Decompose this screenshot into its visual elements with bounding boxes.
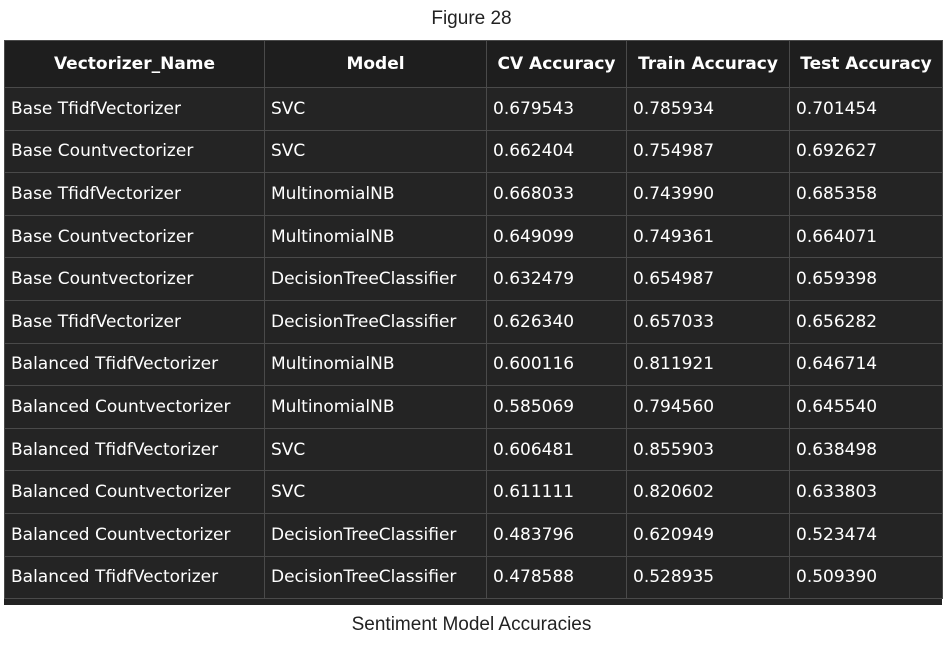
cell-cv-accuracy: 0.662404 [486,129,627,174]
cell-cv-accuracy: 0.611111 [486,470,627,514]
cell-model: SVC [264,87,487,131]
cell-vectorizer-name: Base TfidfVectorizer [4,172,265,216]
cell-cv-accuracy: 0.478588 [486,555,627,600]
header-train-accuracy: Train Accuracy [626,40,790,88]
cell-test-accuracy: 0.509390 [789,555,943,600]
cell-test-accuracy: 0.646714 [789,342,943,387]
cell-train-accuracy: 0.811921 [626,342,790,387]
cell-test-accuracy: 0.633803 [789,470,943,514]
cell-train-accuracy: 0.855903 [626,427,790,472]
cell-model: SVC [264,427,487,472]
cell-test-accuracy: 0.656282 [789,299,943,344]
cell-vectorizer-name: Balanced TfidfVectorizer [4,555,265,600]
cell-model: MultinomialNB [264,214,487,259]
cell-vectorizer-name: Balanced Countvectorizer [4,470,265,514]
header-model: Model [264,40,487,88]
cell-test-accuracy: 0.659398 [789,257,943,301]
table-body: Base TfidfVectorizer SVC 0.679543 0.7859… [4,87,943,600]
cell-train-accuracy: 0.620949 [626,512,790,557]
table-row: Balanced Countvectorizer MultinomialNB 0… [4,385,943,429]
table-row: Base TfidfVectorizer SVC 0.679543 0.7859… [4,87,943,131]
cell-vectorizer-name: Balanced Countvectorizer [4,512,265,557]
table-row: Balanced TfidfVectorizer MultinomialNB 0… [4,342,943,387]
accuracy-table: Vectorizer_Name Model CV Accuracy Train … [4,40,943,600]
cell-model: DecisionTreeClassifier [264,555,487,600]
cell-model: DecisionTreeClassifier [264,299,487,344]
accuracy-table-container: Vectorizer_Name Model CV Accuracy Train … [4,40,943,605]
cell-test-accuracy: 0.701454 [789,87,943,131]
cell-train-accuracy: 0.820602 [626,470,790,514]
cell-cv-accuracy: 0.632479 [486,257,627,301]
table-row: Base Countvectorizer DecisionTreeClassif… [4,257,943,301]
cell-train-accuracy: 0.794560 [626,385,790,429]
cell-model: DecisionTreeClassifier [264,512,487,557]
table-row: Balanced TfidfVectorizer SVC 0.606481 0.… [4,427,943,472]
cell-cv-accuracy: 0.679543 [486,87,627,131]
cell-vectorizer-name: Base TfidfVectorizer [4,87,265,131]
cell-cv-accuracy: 0.626340 [486,299,627,344]
cell-vectorizer-name: Balanced TfidfVectorizer [4,342,265,387]
cell-model: DecisionTreeClassifier [264,257,487,301]
cell-vectorizer-name: Base Countvectorizer [4,214,265,259]
figure-label: Figure 28 [431,8,512,29]
cell-train-accuracy: 0.657033 [626,299,790,344]
cell-train-accuracy: 0.749361 [626,214,790,259]
table-row: Base TfidfVectorizer MultinomialNB 0.668… [4,172,943,216]
figure-caption: Sentiment Model Accuracies [351,614,592,635]
cell-cv-accuracy: 0.649099 [486,214,627,259]
table-row: Balanced Countvectorizer DecisionTreeCla… [4,512,943,557]
cell-model: MultinomialNB [264,342,487,387]
cell-model: MultinomialNB [264,172,487,216]
cell-test-accuracy: 0.645540 [789,385,943,429]
cell-cv-accuracy: 0.483796 [486,512,627,557]
cell-train-accuracy: 0.654987 [626,257,790,301]
cell-cv-accuracy: 0.600116 [486,342,627,387]
cell-vectorizer-name: Base TfidfVectorizer [4,299,265,344]
table-row: Balanced TfidfVectorizer DecisionTreeCla… [4,555,943,600]
cell-train-accuracy: 0.528935 [626,555,790,600]
cell-vectorizer-name: Base Countvectorizer [4,257,265,301]
cell-cv-accuracy: 0.606481 [486,427,627,472]
cell-model: SVC [264,470,487,514]
cell-test-accuracy: 0.664071 [789,214,943,259]
cell-model: MultinomialNB [264,385,487,429]
cell-test-accuracy: 0.692627 [789,129,943,174]
table-row: Balanced Countvectorizer SVC 0.611111 0.… [4,470,943,514]
cell-train-accuracy: 0.743990 [626,172,790,216]
cell-train-accuracy: 0.754987 [626,129,790,174]
table-row: Base TfidfVectorizer DecisionTreeClassif… [4,299,943,344]
header-cv-accuracy: CV Accuracy [486,40,627,88]
cell-vectorizer-name: Base Countvectorizer [4,129,265,174]
table-row: Base Countvectorizer MultinomialNB 0.649… [4,214,943,259]
cell-cv-accuracy: 0.585069 [486,385,627,429]
cell-train-accuracy: 0.785934 [626,87,790,131]
cell-vectorizer-name: Balanced TfidfVectorizer [4,427,265,472]
header-test-accuracy: Test Accuracy [789,40,943,88]
cell-test-accuracy: 0.685358 [789,172,943,216]
header-vectorizer-name: Vectorizer_Name [4,40,265,88]
cell-test-accuracy: 0.638498 [789,427,943,472]
cell-model: SVC [264,129,487,174]
cell-vectorizer-name: Balanced Countvectorizer [4,385,265,429]
table-header: Vectorizer_Name Model CV Accuracy Train … [4,40,943,88]
cell-test-accuracy: 0.523474 [789,512,943,557]
table-row: Base Countvectorizer SVC 0.662404 0.7549… [4,129,943,174]
cell-cv-accuracy: 0.668033 [486,172,627,216]
header-row: Vectorizer_Name Model CV Accuracy Train … [4,40,943,88]
